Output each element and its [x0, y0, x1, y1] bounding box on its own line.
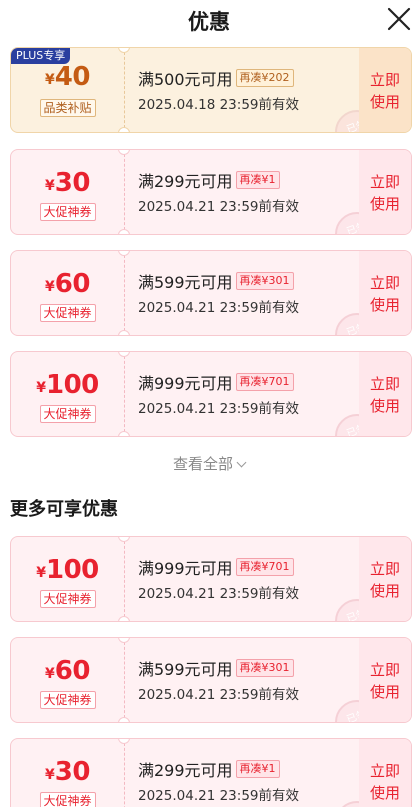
use-now-label: 立即 使用	[369, 762, 400, 802]
currency-symbol: ¥	[45, 767, 55, 783]
remaining-amount-tag: 再凑¥202	[235, 69, 294, 87]
use-now-label: 立即 使用	[369, 661, 400, 701]
coupon-type-tag: 大促神券	[39, 590, 96, 608]
coupon-value: ¥100 大促神券	[11, 352, 124, 436]
coupon-value: ¥100 大促神券	[11, 537, 124, 621]
coupon-card[interactable]: ¥60 大促神券 满599元可用 再凑¥301 2025.04.21 23:59前…	[10, 250, 412, 336]
currency-symbol: ¥	[36, 565, 46, 581]
coupon-condition: 满500元可用	[138, 70, 233, 89]
use-now-label: 立即 使用	[369, 560, 400, 600]
use-now-button[interactable]: 立即 使用	[359, 251, 411, 335]
coupon-details: 满999元可用 再凑¥701 2025.04.21 23:59前有效 已领	[138, 352, 379, 436]
coupon-card[interactable]: ¥60 大促神券 满599元可用 再凑¥301 2025.04.21 23:59前…	[10, 637, 412, 723]
notch	[118, 616, 130, 621]
coupon-condition: 满599元可用	[138, 660, 233, 679]
coupon-details: 满299元可用再凑¥1 2025.04.21 23:59前有效 已领	[138, 739, 379, 807]
chevron-down-icon	[236, 457, 247, 468]
currency-symbol: ¥	[45, 178, 55, 194]
header: 优惠	[0, 0, 418, 44]
coupon-amount: 60	[54, 269, 91, 299]
remaining-amount-tag: 再凑¥701	[235, 373, 294, 391]
coupon-condition: 满999元可用	[138, 559, 233, 578]
coupon-value: ¥60 大促神券	[11, 251, 124, 335]
use-now-button[interactable]: 立即 使用	[359, 150, 411, 234]
coupon-condition: 满299元可用	[138, 761, 233, 780]
currency-symbol: ¥	[45, 666, 55, 682]
remaining-amount-tag: 再凑¥701	[235, 558, 294, 576]
coupon-details: 满599元可用 再凑¥301 2025.04.21 23:59前有效 已领	[138, 638, 379, 722]
coupon-condition: 满299元可用	[138, 172, 233, 191]
currency-symbol: ¥	[45, 72, 55, 88]
coupon-details: 满299元可用再凑¥1 2025.04.21 23:59前有效 已领	[138, 150, 379, 234]
coupon-amount: 100	[45, 555, 99, 585]
coupon-card[interactable]: ¥100 大促神券 满999元可用 再凑¥701 2025.04.21 23:59…	[10, 351, 412, 437]
coupon-details: 满599元可用 再凑¥301 2025.04.21 23:59前有效 已领	[138, 251, 379, 335]
use-now-button[interactable]: 立即 使用	[359, 352, 411, 436]
divider	[124, 541, 125, 617]
view-all-link[interactable]: 查看全部	[0, 453, 418, 474]
currency-symbol: ¥	[45, 279, 55, 295]
coupon-value: ¥30 大促神券	[11, 150, 124, 234]
coupon-details: 满500元可用 再凑¥202 2025.04.18 23:59前有效 已领	[138, 48, 379, 132]
validity-date: 2025.04.21 23:59前有效	[138, 401, 299, 417]
coupon-type-tag: 大促神券	[39, 792, 96, 807]
coupon-amount: 30	[54, 757, 91, 787]
coupon-sheet: 优惠 ¥40 品类补贴 PLUS专享 满500元可用 再凑¥202 2025.04…	[0, 0, 418, 807]
use-now-label: 立即 使用	[369, 71, 400, 111]
plus-badge: PLUS专享	[11, 48, 71, 64]
coupon-type-tag: 大促神券	[39, 405, 96, 423]
divider	[124, 255, 125, 331]
notch	[118, 330, 130, 335]
validity-date: 2025.04.21 23:59前有效	[138, 199, 299, 215]
view-all-label: 查看全部	[172, 455, 233, 473]
divider	[124, 52, 125, 128]
validity-date: 2025.04.21 23:59前有效	[138, 586, 299, 602]
remaining-amount-tag: 再凑¥1	[235, 171, 280, 189]
remaining-amount-tag: 再凑¥301	[235, 272, 294, 290]
coupon-card[interactable]: ¥100 大促神券 满999元可用 再凑¥701 2025.04.21 23:59…	[10, 536, 412, 622]
coupon-details: 满999元可用 再凑¥701 2025.04.21 23:59前有效 已领	[138, 537, 379, 621]
validity-date: 2025.04.18 23:59前有效	[138, 97, 299, 113]
coupon-condition: 满599元可用	[138, 273, 233, 292]
validity-date: 2025.04.21 23:59前有效	[138, 687, 299, 703]
validity-date: 2025.04.21 23:59前有效	[138, 300, 299, 316]
coupon-type-tag: 品类补贴	[39, 99, 96, 117]
coupon-card[interactable]: ¥40 品类补贴 PLUS专享 满500元可用 再凑¥202 2025.04.18…	[10, 47, 412, 133]
remaining-amount-tag: 再凑¥1	[235, 760, 280, 778]
currency-symbol: ¥	[36, 380, 46, 396]
use-now-label: 立即 使用	[369, 173, 400, 213]
divider	[124, 743, 125, 807]
coupon-value: ¥60 大促神券	[11, 638, 124, 722]
coupon-card[interactable]: ¥30 大促神券 满299元可用 再凑¥1 2025.04.21 23:59前有效…	[10, 738, 412, 807]
divider	[124, 642, 125, 718]
coupon-type-tag: 大促神券	[39, 203, 96, 221]
divider	[124, 356, 125, 432]
coupon-amount: 60	[54, 656, 91, 686]
coupon-type-tag: 大促神券	[39, 304, 96, 322]
coupon-card[interactable]: ¥30 大促神券 满299元可用 再凑¥1 2025.04.21 23:59前有效…	[10, 149, 412, 235]
use-now-button[interactable]: 立即 使用	[359, 739, 411, 807]
page-title: 优惠	[188, 10, 230, 34]
coupon-amount: 40	[54, 62, 91, 92]
remaining-amount-tag: 再凑¥301	[235, 659, 294, 677]
close-icon	[387, 7, 411, 31]
use-now-button[interactable]: 立即 使用	[359, 638, 411, 722]
notch	[118, 229, 130, 234]
coupon-condition: 满999元可用	[138, 374, 233, 393]
notch	[118, 431, 130, 436]
coupon-type-tag: 大促神券	[39, 691, 96, 709]
validity-date: 2025.04.21 23:59前有效	[138, 788, 299, 804]
use-now-label: 立即 使用	[369, 375, 400, 415]
coupon-value: ¥30 大促神券	[11, 739, 124, 807]
close-button[interactable]	[386, 6, 412, 32]
use-now-label: 立即 使用	[369, 274, 400, 314]
coupon-amount: 30	[54, 168, 91, 198]
use-now-button[interactable]: 立即 使用	[359, 537, 411, 621]
notch	[118, 127, 130, 132]
coupon-amount: 100	[45, 370, 99, 400]
divider	[124, 154, 125, 230]
use-now-button[interactable]: 立即 使用	[359, 48, 411, 132]
notch	[118, 717, 130, 722]
section-title-more-offers: 更多可享优惠	[10, 499, 118, 520]
